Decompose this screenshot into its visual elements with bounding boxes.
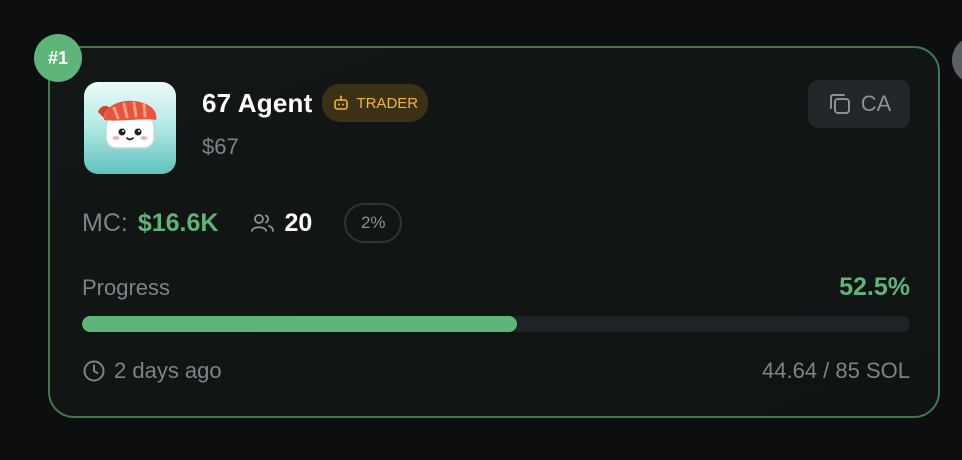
- token-avatar: [84, 82, 176, 174]
- token-ticker: $67: [202, 134, 239, 159]
- token-name: 67 Agent: [202, 87, 313, 118]
- trader-tag-label: TRADER: [356, 94, 419, 112]
- token-card-stage: #1 67 Agent TRADER $67 CA MC: $16.6K 20 …: [0, 0, 962, 460]
- created-time-text: 2 days ago: [114, 358, 222, 383]
- progress-label: Progress: [82, 275, 171, 300]
- copy-ca-button[interactable]: CA: [808, 80, 910, 128]
- next-card-edge: [952, 36, 962, 84]
- sol-raised: 44.64 / 85 SOL: [762, 358, 910, 383]
- bot-icon: [334, 95, 349, 110]
- clock-icon: [83, 360, 105, 382]
- rank-badge: #1: [34, 34, 82, 82]
- holders: 20: [250, 209, 312, 238]
- title-row: 67 Agent TRADER: [202, 84, 429, 122]
- market-cap-value: $16.6K: [137, 208, 219, 237]
- copy-icon: [829, 94, 850, 114]
- progress-percent: 52.5%: [839, 273, 910, 301]
- progress-bar-fill: [82, 316, 517, 332]
- sushi-mascot-image: [98, 100, 157, 149]
- market-cap-label: MC:: [82, 208, 128, 237]
- percent-pill: 2%: [344, 203, 403, 243]
- trader-tag: TRADER: [322, 84, 429, 122]
- created-time: 2 days ago: [82, 358, 222, 384]
- holders-count: 20: [284, 208, 313, 237]
- stats-row: MC: $16.6K 20 2%: [82, 202, 403, 244]
- copy-ca-label: CA: [860, 91, 892, 116]
- progress-bar: [82, 316, 910, 332]
- users-icon: [251, 214, 275, 232]
